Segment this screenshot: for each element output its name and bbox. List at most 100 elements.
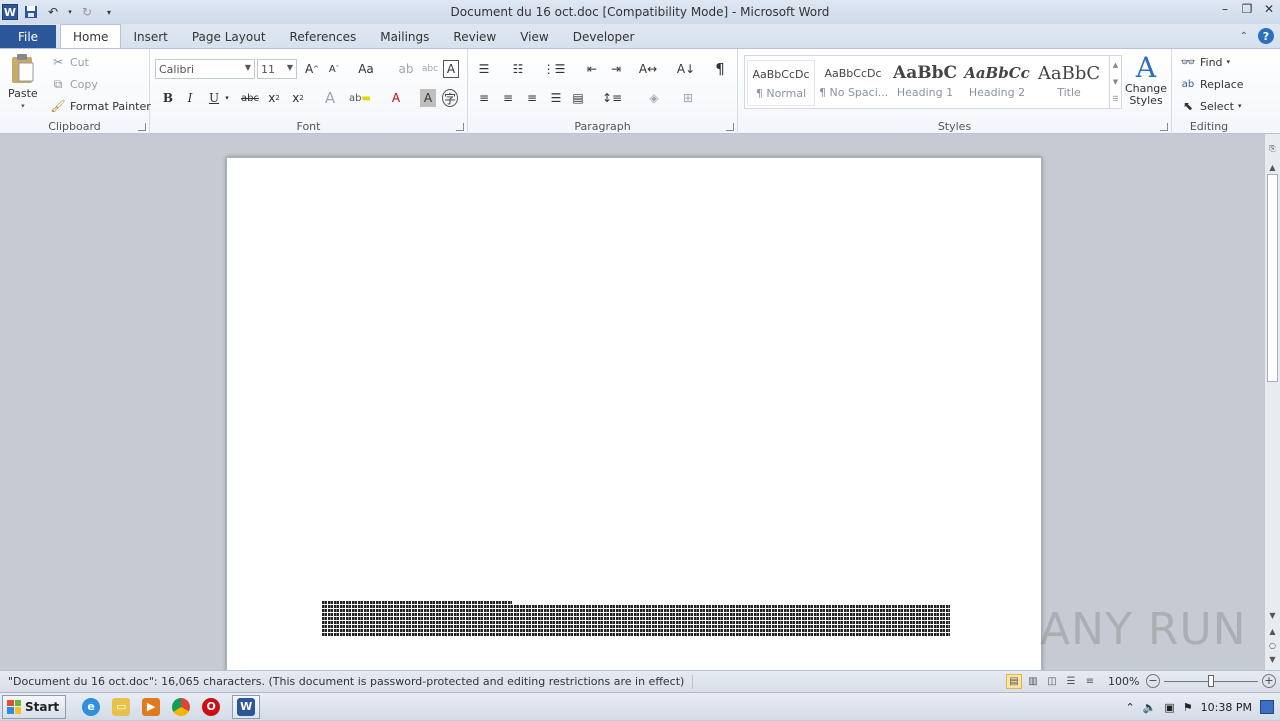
cut-button[interactable]: ✂ Cut <box>50 54 89 70</box>
minimize-button[interactable]: – <box>1218 2 1232 16</box>
increase-indent-icon[interactable]: ⇥ <box>606 60 626 78</box>
style-heading-1[interactable]: AaBbC Heading 1 <box>891 60 959 106</box>
close-button[interactable]: ✕ <box>1262 2 1276 16</box>
align-left-icon[interactable]: ≡ <box>474 89 494 107</box>
gallery-more-icon[interactable]: ☰ <box>1112 95 1118 103</box>
font-size-combo[interactable]: 11 ▼ <box>257 59 297 79</box>
tab-page-layout[interactable]: Page Layout <box>180 25 278 48</box>
show-formatting-marks-icon[interactable]: ¶ <box>710 60 730 78</box>
style-title[interactable]: AaBbC Title <box>1035 60 1103 106</box>
undo-icon[interactable]: ↶ <box>44 3 62 21</box>
word-app-icon[interactable]: W <box>2 4 18 20</box>
align-right-icon[interactable]: ≡ <box>522 89 542 107</box>
scrollbar-thumb[interactable] <box>1267 174 1278 382</box>
text-effects-icon[interactable]: A <box>320 89 340 107</box>
customize-qat-icon[interactable]: ▾ <box>100 3 118 21</box>
bullets-icon[interactable]: ☰ <box>474 60 494 78</box>
restore-button[interactable]: ❐ <box>1240 2 1254 16</box>
style-heading-2[interactable]: AaBbCc Heading 2 <box>963 60 1031 106</box>
grow-font-icon[interactable]: A ^ <box>302 60 322 78</box>
opera-icon[interactable]: O <box>202 697 221 716</box>
strikethrough-icon[interactable]: abc <box>240 89 260 107</box>
scroll-up-icon[interactable]: ▲ <box>1265 160 1280 174</box>
action-center-flag-icon[interactable]: ⚑ <box>1183 701 1193 714</box>
bold-icon[interactable]: B <box>158 89 178 107</box>
media-player-icon[interactable]: ▶ <box>142 697 161 716</box>
shading-icon[interactable]: ◈ <box>644 89 664 107</box>
highlight-icon[interactable]: ab ▬ <box>349 89 371 107</box>
tab-review[interactable]: Review <box>441 25 508 48</box>
multilevel-list-icon[interactable]: ⋮☰ <box>543 60 566 78</box>
help-icon[interactable]: ? <box>1258 28 1274 44</box>
superscript-icon[interactable]: x2 <box>288 89 308 107</box>
file-explorer-icon[interactable]: ▭ <box>112 697 131 716</box>
align-center-icon[interactable]: ≡ <box>498 89 518 107</box>
font-name-combo[interactable]: Calibri ▼ <box>155 59 255 79</box>
font-dialog-launcher[interactable] <box>456 123 464 131</box>
style-no-spacing[interactable]: AaBbCcDc ¶ No Spaci... <box>819 60 887 106</box>
paragraph-dialog-launcher[interactable] <box>726 123 734 131</box>
justify-icon[interactable]: ☰ <box>546 89 566 107</box>
underline-dropdown-icon[interactable]: ▾ <box>222 89 232 107</box>
show-desktop-icon[interactable] <box>1260 700 1274 714</box>
show-hidden-icons-icon[interactable]: ⌃ <box>1125 701 1134 714</box>
clock[interactable]: 10:38 PM <box>1201 701 1252 714</box>
outline-view-icon[interactable]: ☰ <box>1063 674 1079 689</box>
start-button[interactable]: Start <box>2 694 67 719</box>
document-page[interactable] <box>226 157 1042 670</box>
decrease-indent-icon[interactable]: ⇤ <box>582 60 602 78</box>
underline-icon[interactable]: U <box>204 89 224 107</box>
gallery-down-icon[interactable]: ▼ <box>1113 78 1118 86</box>
draft-view-icon[interactable]: ≡ <box>1082 674 1098 689</box>
subscript-icon[interactable]: x2 <box>264 89 284 107</box>
network-icon[interactable]: ▣ <box>1164 701 1174 714</box>
find-button[interactable]: 👓 Find ▾ <box>1180 54 1231 70</box>
chrome-icon[interactable] <box>172 697 191 716</box>
save-icon[interactable] <box>22 3 40 21</box>
web-layout-view-icon[interactable]: ◫ <box>1044 674 1060 689</box>
select-browse-object-icon[interactable]: ○ <box>1265 638 1280 652</box>
zoom-slider[interactable]: − + <box>1146 674 1276 690</box>
tab-file[interactable]: File <box>0 25 56 48</box>
zoom-level[interactable]: 100% <box>1108 675 1139 688</box>
minimize-ribbon-icon[interactable]: ⌃ <box>1240 31 1248 42</box>
word-taskbar-button[interactable]: W <box>232 694 261 719</box>
character-border-icon[interactable]: A <box>443 60 459 78</box>
tab-developer[interactable]: Developer <box>561 25 647 48</box>
asian-layout-icon[interactable]: A↔ <box>638 60 658 78</box>
next-page-icon[interactable]: ▼ <box>1265 652 1280 666</box>
sort-icon[interactable]: A↓ <box>676 60 696 78</box>
zoom-out-icon[interactable]: − <box>1146 674 1160 688</box>
line-spacing-icon[interactable]: ↕≡ <box>602 89 622 107</box>
tab-insert[interactable]: Insert <box>121 25 179 48</box>
phonetic-guide-icon[interactable]: abc <box>420 60 440 78</box>
previous-page-icon[interactable]: ▲ <box>1265 624 1280 638</box>
select-button[interactable]: ⬉ Select ▾ <box>1180 98 1241 114</box>
format-painter-button[interactable]: 🖌 Format Painter <box>50 98 150 114</box>
borders-icon[interactable]: ⊞ <box>678 89 698 107</box>
undo-dropdown-icon[interactable]: ▾ <box>66 3 74 21</box>
distributed-icon[interactable]: ▤ <box>568 89 588 107</box>
font-color-icon[interactable]: A <box>386 89 406 107</box>
internet-explorer-icon[interactable]: e <box>82 697 101 716</box>
styles-dialog-launcher[interactable] <box>1160 123 1168 131</box>
tab-mailings[interactable]: Mailings <box>368 25 441 48</box>
italic-icon[interactable]: I <box>180 89 200 107</box>
ruler-toggle-icon[interactable]: ⎘ <box>1265 142 1280 156</box>
tab-home[interactable]: Home <box>60 24 122 48</box>
volume-icon[interactable]: 🔈 <box>1143 701 1157 714</box>
zoom-slider-thumb[interactable] <box>1208 675 1214 687</box>
clipboard-dialog-launcher[interactable] <box>138 123 146 131</box>
numbering-icon[interactable]: ☷ <box>508 60 528 78</box>
zoom-in-icon[interactable]: + <box>1262 674 1276 688</box>
replace-button[interactable]: ab Replace <box>1180 76 1244 92</box>
enclose-characters-icon[interactable]: 字 <box>442 89 458 107</box>
tab-view[interactable]: View <box>508 25 560 48</box>
copy-button[interactable]: ⧉ Copy <box>50 76 98 92</box>
gallery-up-icon[interactable]: ▲ <box>1113 61 1118 69</box>
tab-references[interactable]: References <box>278 25 369 48</box>
change-styles-button[interactable]: A Change Styles <box>1124 53 1168 107</box>
style-normal[interactable]: AaBbCcDc ¶ Normal <box>747 60 815 106</box>
vertical-scrollbar[interactable]: ⎘ ▲ ▼ ▲ ○ ▼ <box>1264 134 1280 670</box>
clear-formatting-icon[interactable]: ab <box>396 60 416 78</box>
